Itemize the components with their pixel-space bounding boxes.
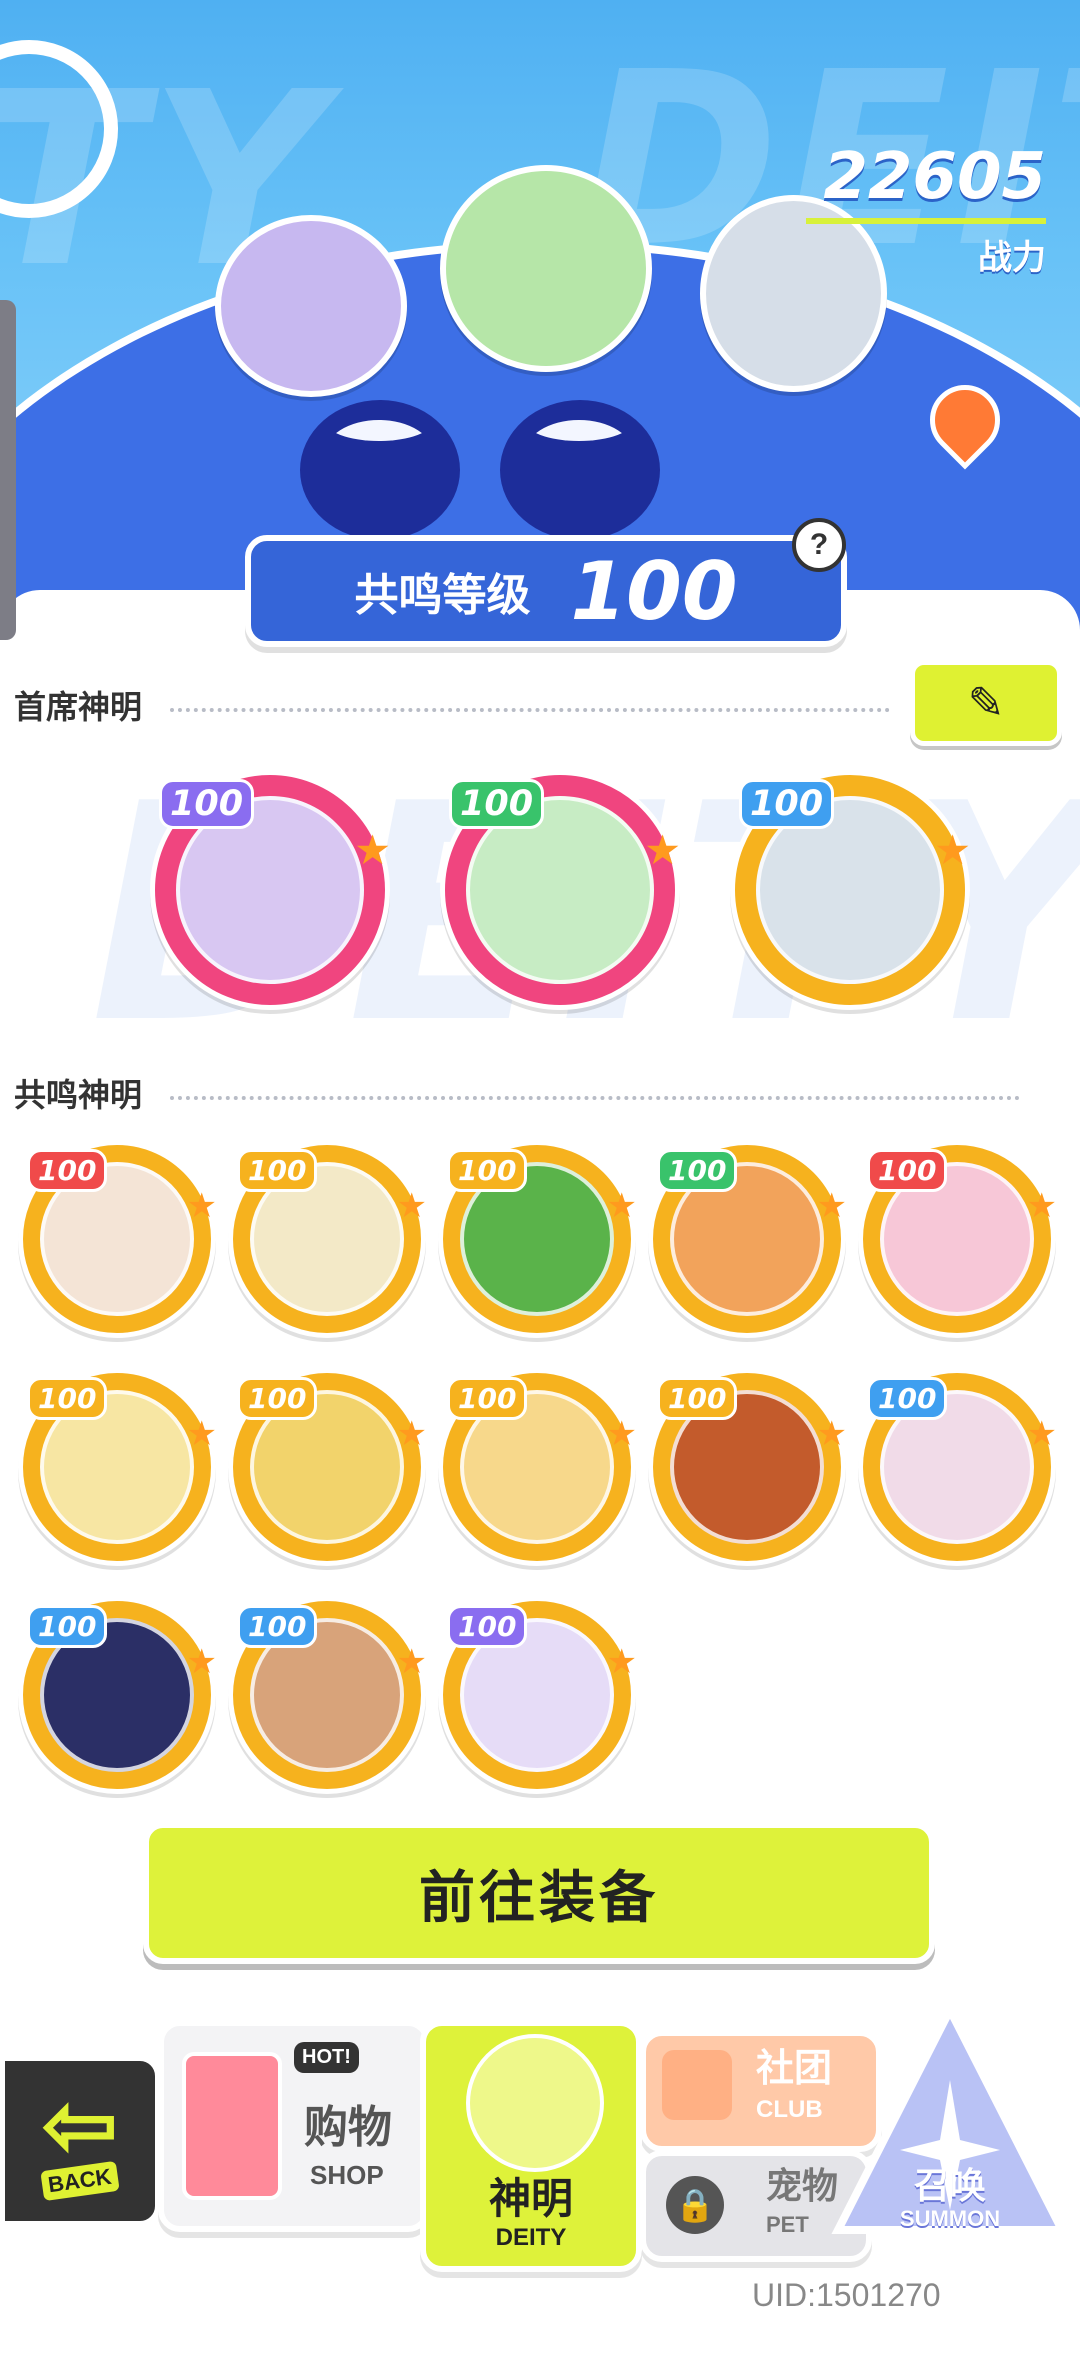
star-icon: ★ (186, 1643, 217, 1681)
nav-deity[interactable]: 神明 DEITY (420, 2020, 642, 2272)
side-drawer-handle[interactable] (0, 300, 16, 640)
level-badge: 100 (657, 1377, 738, 1420)
combat-power: 22605 战力 (806, 140, 1046, 279)
star-icon: ★ (606, 1187, 637, 1225)
power-label: 战力 (978, 239, 1046, 277)
level-badge: 100 (159, 779, 255, 829)
pencil-icon: ✎ (967, 678, 1005, 728)
shop-hot-badge: HOT! (294, 2042, 359, 2073)
power-underline (806, 218, 1046, 224)
star-icon: ★ (396, 1643, 427, 1681)
resonance-deity-slot[interactable]: 100 ★ (18, 1368, 217, 1566)
edit-team-button[interactable]: ✎ (910, 660, 1062, 746)
planet-eye-right (500, 400, 660, 540)
resonance-deity-slot[interactable]: 100 ★ (438, 1368, 637, 1566)
power-value: 22605 (823, 140, 1046, 214)
nav-shop[interactable]: HOT! 购物 SHOP (158, 2020, 430, 2232)
resonance-deity-slot[interactable]: 100 ★ (858, 1368, 1057, 1566)
level-badge: 100 (657, 1149, 738, 1192)
back-button[interactable]: ⇦ BACK (0, 2056, 160, 2226)
team-deity-1[interactable] (215, 215, 407, 397)
star-icon: ★ (186, 1415, 217, 1453)
level-badge: 100 (867, 1377, 948, 1420)
level-badge: 100 (27, 1377, 108, 1420)
summon-label-en: SUMMON (899, 2206, 1001, 2231)
resonance-title: 共鸣神明 (14, 1077, 143, 1113)
star-icon: ★ (816, 1415, 847, 1453)
back-arrow-icon: ⇦ (42, 2076, 118, 2176)
star-icon: ★ (606, 1415, 637, 1453)
resonance-deity-slot[interactable]: 100 ★ (228, 1140, 427, 1338)
leader-deity-slot[interactable]: 100 ★ (440, 770, 681, 1010)
level-badge: 100 (27, 1149, 108, 1192)
leaders-divider (170, 708, 890, 712)
resonance-label: 共鸣等级 (354, 571, 531, 620)
resonance-deity-slot[interactable]: 100 ★ (228, 1368, 427, 1566)
level-badge: 100 (447, 1605, 528, 1648)
pet-label-en: PET (766, 2212, 809, 2237)
star-icon: ★ (934, 827, 971, 873)
resonance-deity-slot[interactable]: 100 ★ (438, 1596, 637, 1794)
level-badge: 100 (27, 1605, 108, 1648)
star-icon: ★ (396, 1187, 427, 1225)
nav-summon[interactable]: 召唤 SUMMON (830, 2000, 1070, 2240)
vending-machine-icon (182, 2052, 282, 2200)
level-badge: 100 (449, 779, 545, 829)
deity-chibi-icon (466, 2034, 604, 2172)
club-bag-icon (662, 2050, 732, 2120)
shop-label-en: SHOP (310, 2160, 384, 2190)
resonance-deity-slot[interactable]: 100 ★ (18, 1596, 217, 1794)
resonance-deity-slot[interactable]: 100 ★ (648, 1140, 847, 1338)
summon-label-zh: 召唤 (913, 2165, 986, 2206)
star-icon: ★ (186, 1187, 217, 1225)
level-badge: 100 (447, 1149, 528, 1192)
star-icon: ★ (354, 827, 391, 873)
level-badge: 100 (237, 1149, 318, 1192)
lock-icon: 🔒 (666, 2176, 724, 2234)
resonance-deity-slot[interactable]: 100 ★ (18, 1140, 217, 1338)
level-badge: 100 (867, 1149, 948, 1192)
go-equip-button[interactable]: 前往装备 (143, 1822, 935, 1964)
resonance-deity-slot[interactable]: 100 ★ (228, 1596, 427, 1794)
level-badge: 100 (447, 1377, 528, 1420)
club-label-en: CLUB (756, 2096, 823, 2123)
planet-eye-left (300, 400, 460, 540)
leaders-title: 首席神明 (14, 689, 143, 725)
star-icon: ★ (606, 1643, 637, 1681)
deity-label-en: DEITY (495, 2224, 567, 2251)
team-deity-2[interactable] (440, 165, 652, 372)
star-icon: ★ (644, 827, 681, 873)
star-icon: ★ (396, 1415, 427, 1453)
help-icon[interactable]: ? (792, 518, 846, 572)
resonance-deity-slot[interactable]: 100 ★ (648, 1368, 847, 1566)
resonance-level-value: 100 (570, 544, 738, 638)
deity-label-zh: 神明 (488, 2175, 573, 2222)
star-icon: ★ (1026, 1187, 1057, 1225)
leader-deity-slot[interactable]: 100 ★ (730, 770, 971, 1010)
star-icon: ★ (816, 1187, 847, 1225)
shop-label-zh: 购物 (304, 2103, 392, 2152)
user-id: UID:1501270 (752, 2277, 941, 2313)
resonance-divider (170, 1096, 1020, 1100)
leader-deity-slot[interactable]: 100 ★ (150, 770, 391, 1010)
resonance-level-panel: 共鸣等级 100 (245, 535, 847, 647)
resonance-deity-slot[interactable]: 100 ★ (438, 1140, 637, 1338)
resonance-deity-slot[interactable]: 100 ★ (858, 1140, 1057, 1338)
level-badge: 100 (739, 779, 835, 829)
star-icon: ★ (1026, 1415, 1057, 1453)
level-badge: 100 (237, 1377, 318, 1420)
level-badge: 100 (237, 1605, 318, 1648)
pet-label-zh: 宠物 (766, 2165, 839, 2206)
club-label-zh: 社团 (756, 2048, 833, 2090)
